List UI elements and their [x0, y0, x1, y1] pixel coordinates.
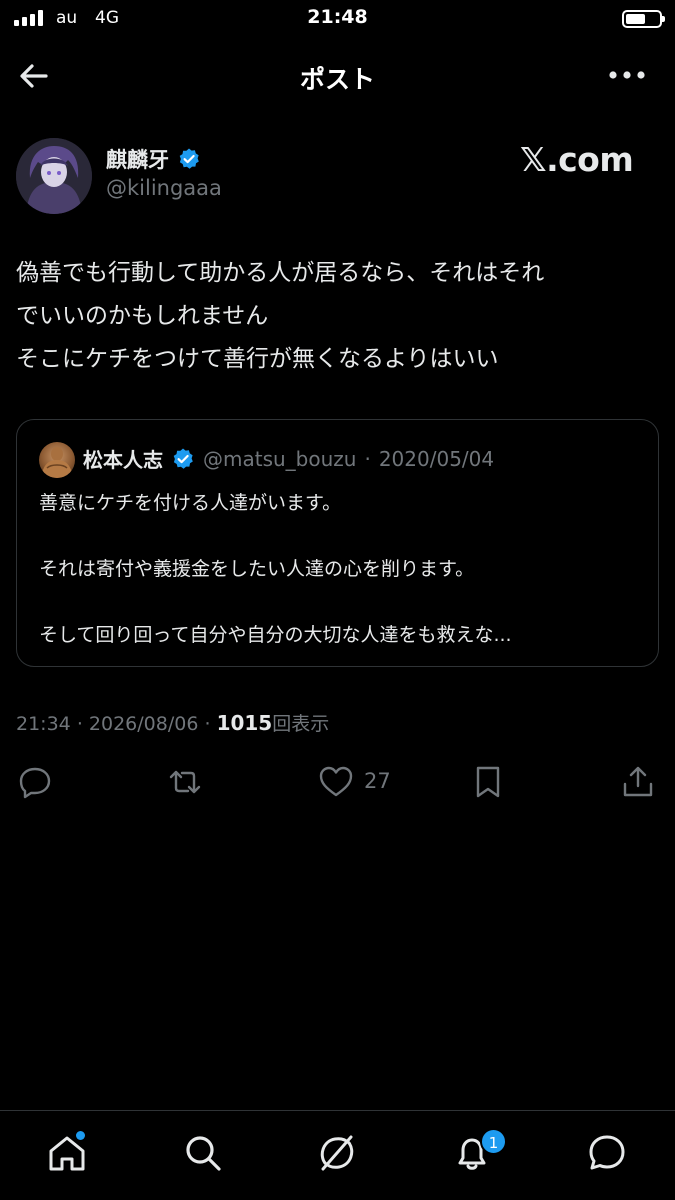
reply-icon[interactable] — [17, 764, 53, 800]
post-text-line: でいいのかもしれません — [16, 303, 269, 329]
post-text-line: 偽善でも行動して助かる人が居るなら、それはそれ — [16, 260, 545, 286]
search-icon[interactable] — [181, 1131, 225, 1175]
quoted-author-handle: @matsu_bouzu — [203, 446, 357, 471]
quoted-post-date: 2020/05/04 — [378, 446, 495, 471]
messages-icon[interactable] — [585, 1131, 629, 1175]
action-bar: 27 — [0, 764, 675, 800]
status-bar: au 4G 21:48 — [0, 0, 675, 40]
quoted-text-line: そして回り回って自分や自分の大切な人達をも救えな... — [39, 624, 512, 646]
battery-icon — [622, 10, 665, 28]
grok-icon[interactable] — [315, 1131, 359, 1175]
post-meta: 21:34 · 2026/08/06 · 1015回表示 — [16, 709, 329, 736]
page-title: ポスト — [299, 65, 375, 94]
like-icon[interactable] — [318, 764, 354, 800]
separator-dot: · — [76, 713, 83, 735]
post-text-line: そこにケチをつけて善行が無くなるよりはいい — [16, 346, 499, 372]
author-name[interactable]: 麒麟牙 — [106, 144, 169, 174]
quoted-text-line: 善意にケチを付ける人達がいます。 — [39, 492, 342, 514]
separator-dot: · — [364, 446, 371, 471]
verified-badge-icon — [171, 447, 195, 471]
separator-dot: · — [204, 713, 211, 735]
quoted-author-name: 松本人志 — [83, 448, 163, 472]
notification-count-badge: 1 — [480, 1128, 507, 1155]
top-bar: ポスト — [0, 48, 675, 104]
bookmark-icon[interactable] — [470, 764, 506, 800]
quoted-text-line: それは寄付や義援金をしたい人達の心を削ります。 — [39, 558, 475, 580]
more-horizontal-icon[interactable] — [607, 63, 647, 87]
like-count: 27 — [364, 769, 391, 793]
quoted-author-avatar — [39, 442, 75, 478]
view-count[interactable]: 1015 — [217, 711, 273, 735]
quoted-post[interactable]: 松本人志 @matsu_bouzu · 2020/05/04 善意にケチを付ける… — [16, 419, 659, 667]
x-com-watermark: 𝕏.com — [520, 140, 634, 179]
post-text: 偽善でも行動して助かる人が居るなら、それはそれ でいいのかもしれません そこにケ… — [16, 252, 656, 381]
home-unread-dot — [76, 1131, 85, 1140]
share-icon[interactable] — [620, 764, 656, 800]
quoted-post-header: 松本人志 @matsu_bouzu · 2020/05/04 — [83, 444, 494, 473]
bottom-tab-bar: 1 — [0, 1110, 675, 1200]
verified-badge-icon — [177, 147, 201, 171]
status-time: 21:48 — [307, 6, 368, 28]
author-name-row[interactable]: 麒麟牙 — [106, 144, 201, 174]
post-time: 21:34 — [16, 713, 71, 735]
author-handle[interactable]: @kilingaaa — [106, 176, 222, 200]
view-count-label: 回表示 — [272, 713, 330, 735]
author-avatar[interactable] — [16, 138, 92, 214]
retweet-icon[interactable] — [167, 764, 203, 800]
post-date: 2026/08/06 — [88, 713, 199, 735]
